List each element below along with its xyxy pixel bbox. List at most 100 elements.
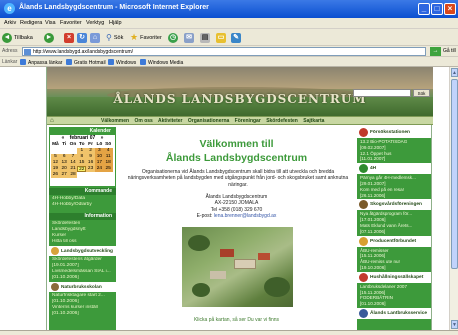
ie-page-icon <box>108 59 114 65</box>
edit-button[interactable]: ▭ <box>216 32 226 43</box>
nav-om-oss[interactable]: Om oss <box>134 118 152 124</box>
back-arrow-icon: ◄ <box>2 32 12 43</box>
site-search-button[interactable]: Sök <box>413 89 430 97</box>
landsbygdsutveckling-list: Skördefestens åtgärder [19.01.2007] Livs… <box>49 256 116 282</box>
nav-sajtkarta[interactable]: Sajtkarta <box>303 118 324 124</box>
messenger-button[interactable]: ✎ <box>231 32 241 43</box>
org-section-header[interactable]: Försöksstationen <box>357 127 431 138</box>
scroll-thumb[interactable] <box>451 79 458 269</box>
menu-tools[interactable]: Verktyg <box>86 20 104 26</box>
scroll-up-icon[interactable]: ▲ <box>451 68 458 77</box>
nav-aktiviteter[interactable]: Aktiviteter <box>158 118 182 124</box>
calendar-nav: « februari 07 » <box>50 135 115 142</box>
forward-button[interactable]: ► <box>44 32 54 43</box>
window-title: Ålands Landsbygdscentrum - Microsoft Int… <box>19 4 209 11</box>
org-news-list: 13.2 Bio-POTATISDAG [09.02.2007] 12.1 Öppe… <box>357 138 431 163</box>
search-button[interactable]: ⚲ Sök <box>106 32 123 43</box>
info-item[interactable]: Hitta till oss <box>52 239 113 245</box>
coming-heading: Kommande <box>49 188 116 195</box>
map-caption[interactable]: Klicka på kartan, så ser Du var vi finns <box>120 317 353 323</box>
coming-item[interactable]: 4H-Hobby/Odlarby <box>52 202 113 208</box>
nav-foreningar[interactable]: Föreningar <box>235 118 261 124</box>
nav-valkommen[interactable]: Välkommen <box>101 118 129 124</box>
address-input[interactable]: http://www.landsbygd.ax/landsbygdscentru… <box>22 47 426 56</box>
page-icon <box>24 49 31 55</box>
calendar-next-button[interactable]: » <box>101 135 104 141</box>
calendar-day[interactable]: 28 <box>68 172 78 178</box>
org-section-header[interactable]: Producentförbundet <box>357 235 431 247</box>
go-arrow-icon[interactable]: → <box>430 47 441 56</box>
stop-button[interactable]: × <box>64 32 74 43</box>
link-customize[interactable]: Anpassa länkar <box>20 59 62 66</box>
favorites-button[interactable]: ★ Favoriter <box>130 32 162 43</box>
ie-page-icon <box>66 59 72 65</box>
page-title: Välkommen till Ålands Landsbygdscentrum <box>165 138 308 164</box>
site-banner: ÅLANDS LANDSBYGDSCENTRUM Sök <box>47 67 433 116</box>
org-title: 4H <box>370 166 377 172</box>
org-section-header[interactable]: Hushållningssällskapet <box>357 271 431 283</box>
home-button[interactable]: ⌂ <box>90 32 100 43</box>
banner-sky <box>47 67 433 89</box>
left-column: Kalender « februari 07 » Må Ti On To Fr Lö Sö 1… <box>49 127 116 330</box>
calendar-prev-button[interactable]: « <box>62 135 65 141</box>
org-section-header[interactable]: Skogsvårdsföreningen <box>357 199 431 211</box>
section-naturbruksskolan[interactable]: Naturbruksskolan <box>49 282 116 292</box>
menu-edit[interactable]: Redigera <box>20 20 42 26</box>
scroll-down-icon[interactable]: ▼ <box>451 320 458 329</box>
section-landsbygdsutveckling[interactable]: Landsbygdsutveckling <box>49 246 116 256</box>
page-viewport: ÅLANDS LANDSBYGDSCENTRUM Sök ⌂ Välkommen… <box>0 67 449 330</box>
home-icon: ⌂ <box>90 32 100 43</box>
site-search-input[interactable] <box>353 89 411 97</box>
nav-skordefesten[interactable]: Skördefesten <box>266 118 298 124</box>
email-link[interactable]: lena.brenner@landsbygd.ax <box>214 213 277 219</box>
menu-favorites[interactable]: Favoriter <box>60 20 82 26</box>
org-logo-icon <box>359 164 368 174</box>
news-date: [01.10.2006] <box>360 301 386 307</box>
naturbruksskolan-list: Naturfrisktagare start 2... [01.10.2006]… <box>49 292 116 318</box>
star-icon: ★ <box>130 32 139 42</box>
menu-file[interactable]: Arkiv <box>4 20 16 26</box>
addr-email-row: E-post: lena.brenner@landsbygd.ax <box>196 213 277 220</box>
calendar-day[interactable]: 27 <box>59 172 69 178</box>
link-windows-media[interactable]: Windows Media <box>140 59 183 66</box>
calendar-grid: Må Ti On To Fr Lö Sö 1 2 3 4 5 6 7 8 9 10 11 12 13 14 15 16 17 1… <box>50 142 115 178</box>
print-button[interactable]: ▤ <box>200 32 210 43</box>
right-column: Försöksstationen 13.2 Bio-POTATISDAG [09.0… <box>357 127 431 330</box>
section-title: Naturbruksskolan <box>61 284 102 290</box>
aerial-map-photo[interactable] <box>182 227 293 307</box>
home-icon[interactable]: ⌂ <box>50 117 54 125</box>
menu-help[interactable]: Hjälp <box>109 20 122 26</box>
menu-view[interactable]: Visa <box>45 20 56 26</box>
refresh-icon: ↻ <box>77 32 87 43</box>
org-section-header[interactable]: 4H <box>357 163 431 175</box>
go-button[interactable]: Gå till <box>443 48 456 54</box>
vertical-scrollbar[interactable]: ▲ ▼ <box>449 67 458 330</box>
minimize-button[interactable]: _ <box>418 3 430 15</box>
mail-icon: ✉ <box>184 32 194 43</box>
calendar-day <box>86 172 95 178</box>
messenger-icon: ✎ <box>231 32 241 43</box>
left-lists: Kommande 4H-Hobby/Data 4H-Hobby/Odlarby … <box>49 188 116 318</box>
org-title: Ålands Lantbruksservice <box>370 310 428 316</box>
refresh-button[interactable]: ↻ <box>77 32 87 43</box>
intro-text: Organisationerna vid Ålands Landsbygdsce… <box>127 169 349 188</box>
calendar: Kalender « februari 07 » Må Ti On To Fr Lö Sö 1… <box>49 127 116 187</box>
org-section-header[interactable]: Ålands Lantbruksservice <box>357 307 431 319</box>
org-logo-icon <box>359 272 368 282</box>
nav-organisationerna[interactable]: Organisationerna <box>188 118 229 124</box>
org-news-list: Nya åtgärdsprogram för... [17.01.2006] Mat… <box>357 210 431 235</box>
folder-icon: ▭ <box>216 32 226 43</box>
calendar-day[interactable]: 26 <box>51 172 60 178</box>
site-container: ÅLANDS LANDSBYGDSCENTRUM Sök ⌂ Välkommen… <box>46 67 433 330</box>
history-button[interactable]: ◷ <box>168 32 178 43</box>
menu-bar: Arkiv Redigera Visa Favoriter Verktyg Hj… <box>0 18 458 29</box>
link-windows[interactable]: Windows <box>108 59 136 66</box>
link-hotmail[interactable]: Gratis Hotmail <box>66 59 106 66</box>
back-button[interactable]: ◄ Tillbaka <box>2 32 33 43</box>
search-icon: ⚲ <box>106 33 112 42</box>
history-icon: ◷ <box>168 32 178 43</box>
section-title: Landsbygdsutveckling <box>61 248 113 254</box>
maximize-button[interactable]: □ <box>431 3 443 15</box>
close-button[interactable]: × <box>444 3 456 15</box>
mail-button[interactable]: ✉ <box>184 32 194 43</box>
